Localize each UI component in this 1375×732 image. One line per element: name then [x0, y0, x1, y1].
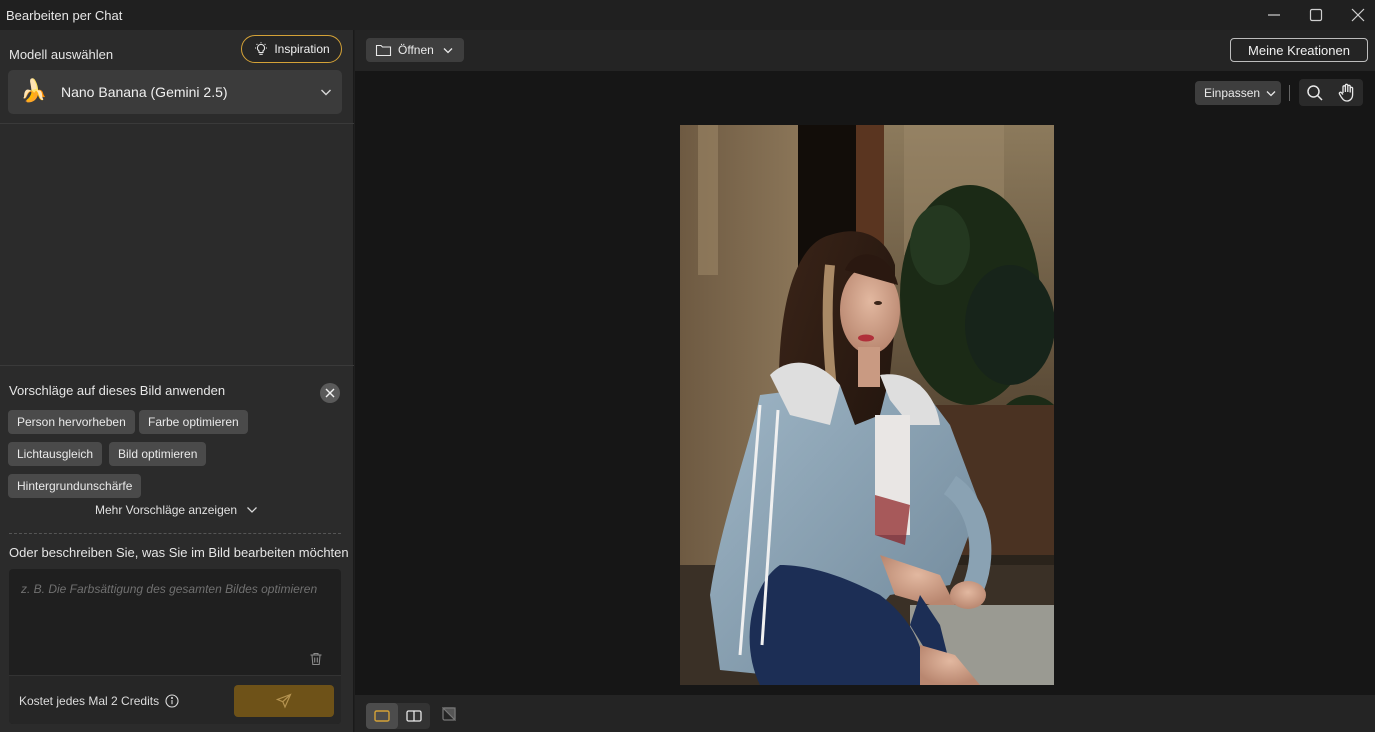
fit-label: Einpassen — [1204, 86, 1261, 100]
single-view-button[interactable] — [366, 703, 398, 729]
chevron-down-icon — [247, 507, 258, 513]
hand-icon — [1338, 83, 1354, 102]
folder-icon — [375, 44, 392, 57]
credits-info: Kostet jedes Mal 2 Credits — [19, 694, 179, 708]
model-name: Nano Banana (Gemini 2.5) — [61, 84, 228, 100]
dashed-divider — [9, 533, 341, 534]
chevron-down-icon — [321, 89, 331, 96]
model-dropdown[interactable]: 🍌 Nano Banana (Gemini 2.5) — [8, 70, 342, 114]
maximize-button[interactable] — [1293, 0, 1339, 30]
suggestion-chip-light[interactable]: Lichtausgleich — [8, 442, 103, 466]
close-icon — [325, 388, 335, 398]
compare-icon[interactable] — [442, 707, 456, 721]
trash-icon[interactable] — [309, 652, 323, 666]
my-creations-button[interactable]: Meine Kreationen — [1230, 38, 1368, 62]
model-label: Modell auswählen — [9, 47, 114, 62]
prompt-box: Kostet jedes Mal 2 Credits — [9, 569, 341, 724]
edited-photo — [680, 125, 1054, 685]
more-suggestions-link[interactable]: Mehr Vorschläge anzeigen — [95, 503, 258, 517]
suggestions-title: Vorschläge auf dieses Bild anwenden — [9, 383, 226, 398]
suggestion-chip-blur[interactable]: Hintergrundunschärfe — [8, 474, 142, 498]
title-bar: Bearbeiten per Chat — [0, 0, 1375, 30]
window-title: Bearbeiten per Chat — [6, 7, 123, 23]
credits-text: Kostet jedes Mal 2 Credits — [19, 694, 160, 708]
pan-button[interactable] — [1331, 79, 1363, 106]
prompt-footer: Kostet jedes Mal 2 Credits — [9, 675, 341, 724]
lightbulb-icon — [255, 42, 268, 55]
open-label: Öffnen — [398, 43, 434, 57]
top-toolbar: Öffnen Meine Kreationen — [355, 30, 1375, 71]
describe-label: Oder beschreiben Sie, was Sie im Bild be… — [9, 545, 349, 560]
zoom-button[interactable] — [1299, 79, 1331, 106]
banana-icon: 🍌 — [20, 78, 48, 103]
send-icon — [276, 693, 292, 709]
info-icon[interactable] — [165, 694, 179, 708]
single-view-icon — [374, 710, 390, 722]
canvas-tools — [1299, 79, 1363, 106]
send-button[interactable] — [234, 685, 334, 717]
prompt-input[interactable] — [21, 581, 321, 641]
split-view-button[interactable] — [398, 703, 430, 729]
fit-dropdown[interactable]: Einpassen — [1195, 81, 1281, 105]
sidebar: Modell auswählen Inspiration 🍌 Nano Bana… — [0, 30, 354, 732]
image-canvas[interactable]: Einpassen — [355, 71, 1375, 695]
bottom-bar — [355, 695, 1375, 732]
close-icon — [1351, 8, 1365, 22]
minimize-button[interactable] — [1251, 0, 1297, 30]
suggestion-chip-person[interactable]: Person hervorheben — [8, 410, 135, 434]
portrait-image — [680, 125, 1054, 685]
close-window-button[interactable] — [1335, 0, 1375, 30]
inspiration-button[interactable]: Inspiration — [241, 35, 342, 63]
divider — [0, 123, 354, 124]
inspiration-label: Inspiration — [274, 42, 330, 56]
more-suggestions-label: Mehr Vorschläge anzeigen — [95, 503, 238, 517]
view-mode-group — [366, 703, 430, 729]
open-button[interactable]: Öffnen — [366, 38, 464, 62]
maximize-icon — [1309, 8, 1323, 22]
chevron-down-icon — [443, 47, 453, 53]
suggestion-chip-color[interactable]: Farbe optimieren — [139, 410, 248, 434]
search-icon — [1307, 84, 1323, 101]
suggestion-chip-optimize[interactable]: Bild optimieren — [109, 442, 207, 466]
toolbar-divider — [1289, 85, 1290, 101]
minimize-icon — [1268, 14, 1280, 16]
close-suggestions-button[interactable] — [320, 383, 340, 403]
chevron-down-icon — [1266, 90, 1276, 96]
divider — [0, 365, 354, 366]
split-view-icon — [406, 710, 422, 722]
